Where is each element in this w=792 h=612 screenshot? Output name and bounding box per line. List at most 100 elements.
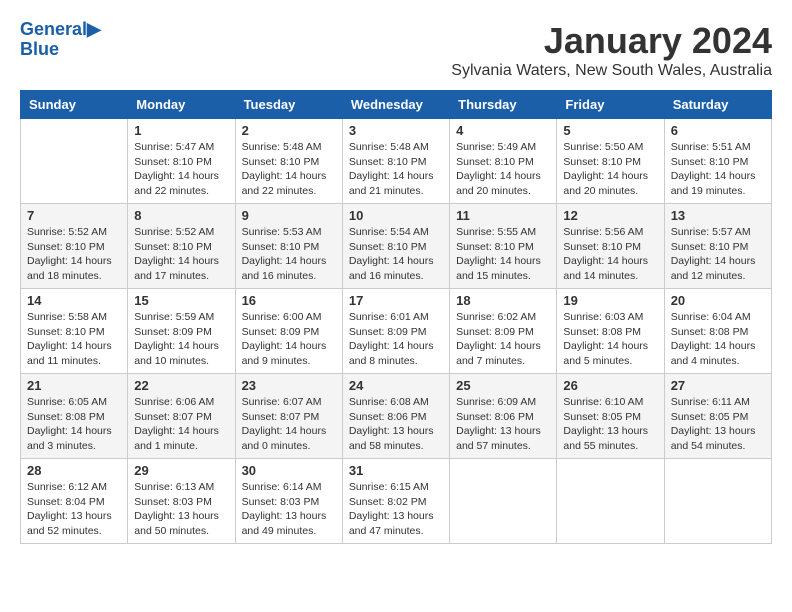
day-info: Sunrise: 5:47 AM Sunset: 8:10 PM Dayligh… — [134, 140, 228, 199]
day-info: Sunrise: 5:55 AM Sunset: 8:10 PM Dayligh… — [456, 225, 550, 284]
day-info: Sunrise: 5:54 AM Sunset: 8:10 PM Dayligh… — [349, 225, 443, 284]
calendar-cell: 26 Sunrise: 6:10 AM Sunset: 8:05 PM Dayli… — [557, 374, 664, 459]
weekday-header-wednesday: Wednesday — [342, 91, 449, 119]
calendar-cell: 17 Sunrise: 6:01 AM Sunset: 8:09 PM Dayli… — [342, 289, 449, 374]
calendar-week-row: 7 Sunrise: 5:52 AM Sunset: 8:10 PM Daylig… — [21, 204, 772, 289]
day-info: Sunrise: 6:00 AM Sunset: 8:09 PM Dayligh… — [242, 310, 336, 369]
day-info: Sunrise: 5:52 AM Sunset: 8:10 PM Dayligh… — [27, 225, 121, 284]
calendar-cell: 2Sunrise: 5:48 AM Sunset: 8:10 PM Daylig… — [235, 119, 342, 204]
calendar-cell: 10 Sunrise: 5:54 AM Sunset: 8:10 PM Dayli… — [342, 204, 449, 289]
weekday-header-sunday: Sunday — [21, 91, 128, 119]
day-number: 18 — [456, 293, 550, 308]
day-info: Sunrise: 6:08 AM Sunset: 8:06 PM Dayligh… — [349, 395, 443, 454]
day-number: 27 — [671, 378, 765, 393]
calendar-cell: 15Sunrise: 5:59 AM Sunset: 8:09 PM Dayli… — [128, 289, 235, 374]
day-number: 30 — [242, 463, 336, 478]
calendar-week-row: 14 Sunrise: 5:58 AM Sunset: 8:10 PM Dayli… — [21, 289, 772, 374]
day-info: Sunrise: 6:02 AM Sunset: 8:09 PM Dayligh… — [456, 310, 550, 369]
calendar-cell: 14 Sunrise: 5:58 AM Sunset: 8:10 PM Dayli… — [21, 289, 128, 374]
calendar-cell: 3 Sunrise: 5:48 AM Sunset: 8:10 PM Daylig… — [342, 119, 449, 204]
day-info: Sunrise: 6:15 AM Sunset: 8:02 PM Dayligh… — [349, 480, 443, 539]
day-number: 17 — [349, 293, 443, 308]
day-number: 23 — [242, 378, 336, 393]
logo: General▶ Blue — [20, 20, 101, 60]
day-info: Sunrise: 6:14 AM Sunset: 8:03 PM Dayligh… — [242, 480, 336, 539]
day-number: 8 — [134, 208, 228, 223]
day-number: 9 — [242, 208, 336, 223]
day-number: 22 — [134, 378, 228, 393]
day-info: Sunrise: 6:04 AM Sunset: 8:08 PM Dayligh… — [671, 310, 765, 369]
logo-text: General▶ Blue — [20, 20, 101, 60]
day-number: 3 — [349, 123, 443, 138]
weekday-header-friday: Friday — [557, 91, 664, 119]
day-info: Sunrise: 6:12 AM Sunset: 8:04 PM Dayligh… — [27, 480, 121, 539]
calendar-cell: 28 Sunrise: 6:12 AM Sunset: 8:04 PM Dayli… — [21, 459, 128, 544]
day-info: Sunrise: 6:03 AM Sunset: 8:08 PM Dayligh… — [563, 310, 657, 369]
calendar-cell — [557, 459, 664, 544]
calendar-cell: 16 Sunrise: 6:00 AM Sunset: 8:09 PM Dayli… — [235, 289, 342, 374]
day-number: 13 — [671, 208, 765, 223]
day-number: 16 — [242, 293, 336, 308]
calendar-cell: 9 Sunrise: 5:53 AM Sunset: 8:10 PM Daylig… — [235, 204, 342, 289]
day-number: 11 — [456, 208, 550, 223]
weekday-header-thursday: Thursday — [450, 91, 557, 119]
day-number: 5 — [563, 123, 657, 138]
day-number: 7 — [27, 208, 121, 223]
day-number: 28 — [27, 463, 121, 478]
calendar-cell: 27 Sunrise: 6:11 AM Sunset: 8:05 PM Dayli… — [664, 374, 771, 459]
day-info: Sunrise: 5:52 AM Sunset: 8:10 PM Dayligh… — [134, 225, 228, 284]
page-header: General▶ Blue January 2024 Sylvania Wate… — [20, 20, 772, 80]
calendar-cell: 4 Sunrise: 5:49 AM Sunset: 8:10 PM Daylig… — [450, 119, 557, 204]
calendar-cell: 21Sunrise: 6:05 AM Sunset: 8:08 PM Dayli… — [21, 374, 128, 459]
day-info: Sunrise: 5:50 AM Sunset: 8:10 PM Dayligh… — [563, 140, 657, 199]
day-info: Sunrise: 5:59 AM Sunset: 8:09 PM Dayligh… — [134, 310, 228, 369]
day-info: Sunrise: 5:51 AM Sunset: 8:10 PM Dayligh… — [671, 140, 765, 199]
day-info: Sunrise: 5:53 AM Sunset: 8:10 PM Dayligh… — [242, 225, 336, 284]
day-number: 10 — [349, 208, 443, 223]
day-info: Sunrise: 6:01 AM Sunset: 8:09 PM Dayligh… — [349, 310, 443, 369]
day-number: 2 — [242, 123, 336, 138]
calendar-cell: 13 Sunrise: 5:57 AM Sunset: 8:10 PM Dayli… — [664, 204, 771, 289]
day-info: Sunrise: 6:11 AM Sunset: 8:05 PM Dayligh… — [671, 395, 765, 454]
calendar-cell: 30 Sunrise: 6:14 AM Sunset: 8:03 PM Dayli… — [235, 459, 342, 544]
day-number: 25 — [456, 378, 550, 393]
calendar-cell — [21, 119, 128, 204]
calendar-cell: 1Sunrise: 5:47 AM Sunset: 8:10 PM Daylig… — [128, 119, 235, 204]
calendar-cell: 8 Sunrise: 5:52 AM Sunset: 8:10 PM Daylig… — [128, 204, 235, 289]
day-info: Sunrise: 6:13 AM Sunset: 8:03 PM Dayligh… — [134, 480, 228, 539]
weekday-header-tuesday: Tuesday — [235, 91, 342, 119]
calendar-cell: 18 Sunrise: 6:02 AM Sunset: 8:09 PM Dayli… — [450, 289, 557, 374]
calendar-cell: 12 Sunrise: 5:56 AM Sunset: 8:10 PM Dayli… — [557, 204, 664, 289]
day-number: 14 — [27, 293, 121, 308]
day-number: 20 — [671, 293, 765, 308]
day-info: Sunrise: 5:57 AM Sunset: 8:10 PM Dayligh… — [671, 225, 765, 284]
calendar-cell: 6Sunrise: 5:51 AM Sunset: 8:10 PM Daylig… — [664, 119, 771, 204]
day-info: Sunrise: 5:48 AM Sunset: 8:10 PM Dayligh… — [349, 140, 443, 199]
day-info: Sunrise: 6:07 AM Sunset: 8:07 PM Dayligh… — [242, 395, 336, 454]
day-info: Sunrise: 6:05 AM Sunset: 8:08 PM Dayligh… — [27, 395, 121, 454]
day-number: 26 — [563, 378, 657, 393]
calendar-table: SundayMondayTuesdayWednesdayThursdayFrid… — [20, 90, 772, 544]
calendar-cell: 5 Sunrise: 5:50 AM Sunset: 8:10 PM Daylig… — [557, 119, 664, 204]
day-number: 31 — [349, 463, 443, 478]
calendar-cell: 20 Sunrise: 6:04 AM Sunset: 8:08 PM Dayli… — [664, 289, 771, 374]
calendar-cell — [664, 459, 771, 544]
calendar-cell: 22Sunrise: 6:06 AM Sunset: 8:07 PM Dayli… — [128, 374, 235, 459]
calendar-cell: 31 Sunrise: 6:15 AM Sunset: 8:02 PM Dayli… — [342, 459, 449, 544]
title-block: January 2024 Sylvania Waters, New South … — [451, 20, 772, 80]
day-info: Sunrise: 5:58 AM Sunset: 8:10 PM Dayligh… — [27, 310, 121, 369]
day-info: Sunrise: 6:09 AM Sunset: 8:06 PM Dayligh… — [456, 395, 550, 454]
calendar-week-row: 28 Sunrise: 6:12 AM Sunset: 8:04 PM Dayli… — [21, 459, 772, 544]
day-info: Sunrise: 6:10 AM Sunset: 8:05 PM Dayligh… — [563, 395, 657, 454]
day-number: 12 — [563, 208, 657, 223]
day-number: 4 — [456, 123, 550, 138]
calendar-cell: 24 Sunrise: 6:08 AM Sunset: 8:06 PM Dayli… — [342, 374, 449, 459]
month-title: January 2024 — [451, 20, 772, 62]
calendar-cell: 25 Sunrise: 6:09 AM Sunset: 8:06 PM Dayli… — [450, 374, 557, 459]
calendar-week-row: 21Sunrise: 6:05 AM Sunset: 8:08 PM Dayli… — [21, 374, 772, 459]
day-info: Sunrise: 5:56 AM Sunset: 8:10 PM Dayligh… — [563, 225, 657, 284]
calendar-cell — [450, 459, 557, 544]
location-subtitle: Sylvania Waters, New South Wales, Austra… — [451, 62, 772, 80]
day-number: 24 — [349, 378, 443, 393]
day-info: Sunrise: 5:49 AM Sunset: 8:10 PM Dayligh… — [456, 140, 550, 199]
